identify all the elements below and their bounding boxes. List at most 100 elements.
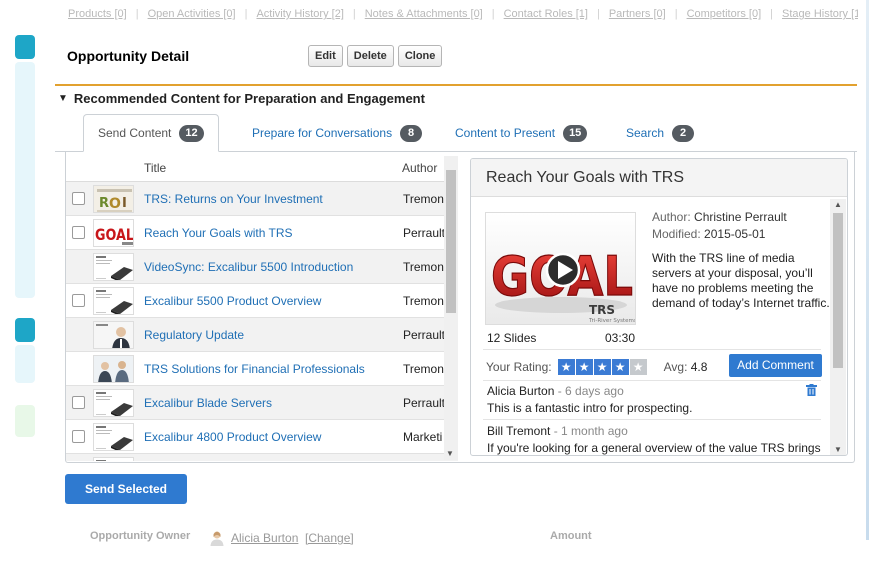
list-row[interactable]: Regulatory Update Perrault: [66, 318, 458, 352]
rating-label: Your Rating:: [486, 360, 552, 374]
tab-prepare-for-conversations[interactable]: Prepare for Conversations 8: [252, 114, 423, 152]
section-title: Recommended Content for Preparation and …: [73, 91, 425, 106]
content-title-link[interactable]: VideoSync: Excalibur 5500 Introduction: [144, 260, 353, 274]
scroll-down-arrow-icon[interactable]: ▼: [446, 449, 454, 458]
list-rows: R O I TRS: Returns on Your Investment Tremon…: [66, 182, 458, 461]
content-preview: Reach Your Goals with TRS GOAL TRS Tri-R…: [470, 158, 848, 456]
list-row[interactable]: [66, 454, 458, 461]
row-checkbox[interactable]: [72, 396, 85, 409]
list-row[interactable]: VideoSync: Excalibur 5500 Introduction Tr…: [66, 250, 458, 284]
related-list-link[interactable]: Stage History [1]: [782, 8, 858, 20]
row-checkbox[interactable]: [72, 226, 85, 239]
delete-button[interactable]: Delete: [346, 45, 394, 67]
tab-label: Search: [626, 126, 665, 140]
clone-button[interactable]: Clone: [397, 45, 443, 67]
content-title-link[interactable]: TRS: Returns on Your Investment: [144, 192, 323, 206]
list-row[interactable]: Excalibur 4800 Product Overview Marketi: [66, 420, 458, 454]
section-divider: [55, 84, 857, 86]
related-list-link[interactable]: Notes & Attachments [0]: [365, 8, 483, 20]
link-separator: |: [770, 8, 774, 20]
edit-button[interactable]: Edit: [308, 45, 343, 67]
related-list-link[interactable]: Competitors [0]: [687, 8, 762, 20]
content-author: Tremont: [403, 362, 448, 376]
comment-time: - 6 days ago: [557, 384, 624, 398]
related-list-link[interactable]: Partners [0]: [609, 8, 666, 20]
content-title-link[interactable]: Excalibur 4800 Product Overview: [144, 430, 321, 444]
video-duration: 03:30: [605, 331, 636, 345]
change-link-label[interactable]: [Change]: [305, 531, 354, 545]
content-title-link[interactable]: Regulatory Update: [144, 328, 244, 342]
scroll-thumb[interactable]: [446, 170, 456, 313]
column-header-title[interactable]: Title: [144, 161, 402, 175]
list-row[interactable]: Excalibur 5500 Product Overview Tremont: [66, 284, 458, 318]
send-selected-button[interactable]: Send Selected: [65, 474, 187, 504]
link-separator: |: [596, 8, 600, 20]
preview-scrollbar[interactable]: ▲ ▼: [830, 199, 846, 455]
list-row[interactable]: GOAL Reach Your Goals with TRS Perrault: [66, 216, 458, 250]
collapse-triangle-icon[interactable]: ▼: [58, 93, 68, 104]
content-title-link[interactable]: Excalibur Blade Servers: [144, 396, 272, 410]
average-rating: Avg: 4.8: [664, 360, 708, 374]
left-rail-tab: [15, 318, 35, 342]
content-title-link[interactable]: Excalibur 5500 Product Overview: [144, 294, 321, 308]
content-thumbnail: ROI: [93, 185, 134, 213]
owner-name-link[interactable]: Alicia Burton: [231, 531, 298, 545]
related-list-link[interactable]: Open Activities [0]: [148, 8, 236, 20]
change-owner-link[interactable]: [Change]: [305, 531, 354, 545]
author-label: Author:: [652, 210, 691, 224]
page-edge-shadow: [866, 0, 869, 540]
comment-author[interactable]: Bill Tremont: [487, 424, 550, 438]
link-separator: |: [135, 8, 139, 20]
row-checkbox[interactable]: [72, 192, 85, 205]
add-comment-button[interactable]: Add Comment: [729, 354, 822, 377]
tab-send-content[interactable]: Send Content 12: [83, 114, 219, 152]
related-list-link[interactable]: Contact Roles [1]: [504, 8, 588, 20]
list-row[interactable]: R O I TRS: Returns on Your Investment Tremon…: [66, 182, 458, 216]
content-thumbnail: [93, 457, 134, 461]
star-icon[interactable]: ★: [611, 359, 629, 375]
content-title-link[interactable]: TRS Solutions for Financial Professional…: [144, 362, 365, 376]
list-scrollbar[interactable]: ▼: [444, 156, 458, 460]
star-rating[interactable]: ★ ★ ★ ★ ★: [557, 359, 648, 375]
related-list-link[interactable]: Products [0]: [68, 8, 127, 20]
star-icon[interactable]: ★: [575, 359, 593, 375]
list-header: Title Author: [66, 155, 458, 182]
scroll-down-arrow-icon[interactable]: ▼: [834, 445, 842, 454]
page-title: Opportunity Detail: [67, 48, 190, 64]
video-thumbnail[interactable]: GOAL TRS Tri-River Systems: [485, 212, 636, 325]
preview-title: Reach Your Goals with TRS: [471, 159, 847, 197]
tab-label: Send Content: [98, 126, 172, 140]
list-row[interactable]: TRS Solutions for Financial Professional…: [66, 352, 458, 386]
count-badge: 12: [179, 124, 204, 142]
star-icon[interactable]: ★: [557, 359, 575, 375]
row-checkbox[interactable]: [72, 294, 85, 307]
section-header[interactable]: ▼ Recommended Content for Preparation an…: [58, 91, 425, 106]
content-title-link[interactable]: Reach Your Goals with TRS: [144, 226, 293, 240]
left-rail-panel: [15, 405, 35, 437]
comment-author[interactable]: Alicia Burton: [487, 384, 554, 398]
avg-value: 4.8: [690, 360, 708, 374]
comment-text: If you're looking for a general overview…: [487, 441, 821, 455]
star-icon[interactable]: ★: [629, 359, 647, 375]
tab-content-to-present[interactable]: Content to Present 15: [455, 114, 588, 152]
related-list-link[interactable]: Activity History [2]: [256, 8, 343, 20]
column-header-author[interactable]: Author: [402, 161, 437, 175]
content-thumbnail: [93, 389, 134, 417]
content-thumbnail: [93, 321, 134, 349]
content-tabs: Send Content 12 Prepare for Conversation…: [83, 114, 855, 152]
content-author: Marketi: [403, 430, 443, 444]
scroll-thumb[interactable]: [833, 213, 843, 368]
avg-label: Avg:: [663, 360, 688, 374]
scroll-up-arrow-icon[interactable]: ▲: [834, 200, 842, 209]
tab-search[interactable]: Search 2: [626, 114, 695, 152]
star-icon[interactable]: ★: [593, 359, 611, 375]
preview-description: With the TRS line of media servers at yo…: [652, 251, 830, 310]
author-value: Christine Perrault: [694, 210, 787, 224]
related-lists-links: Products [0] | Open Activities [0] | Activit…: [68, 8, 858, 24]
list-row[interactable]: Excalibur Blade Servers Perrault: [66, 386, 458, 420]
row-checkbox[interactable]: [72, 430, 85, 443]
count-badge: 2: [672, 124, 695, 142]
content-thumbnail: [93, 355, 134, 383]
tab-label: Content to Present: [455, 126, 556, 140]
trash-icon[interactable]: [806, 384, 817, 396]
